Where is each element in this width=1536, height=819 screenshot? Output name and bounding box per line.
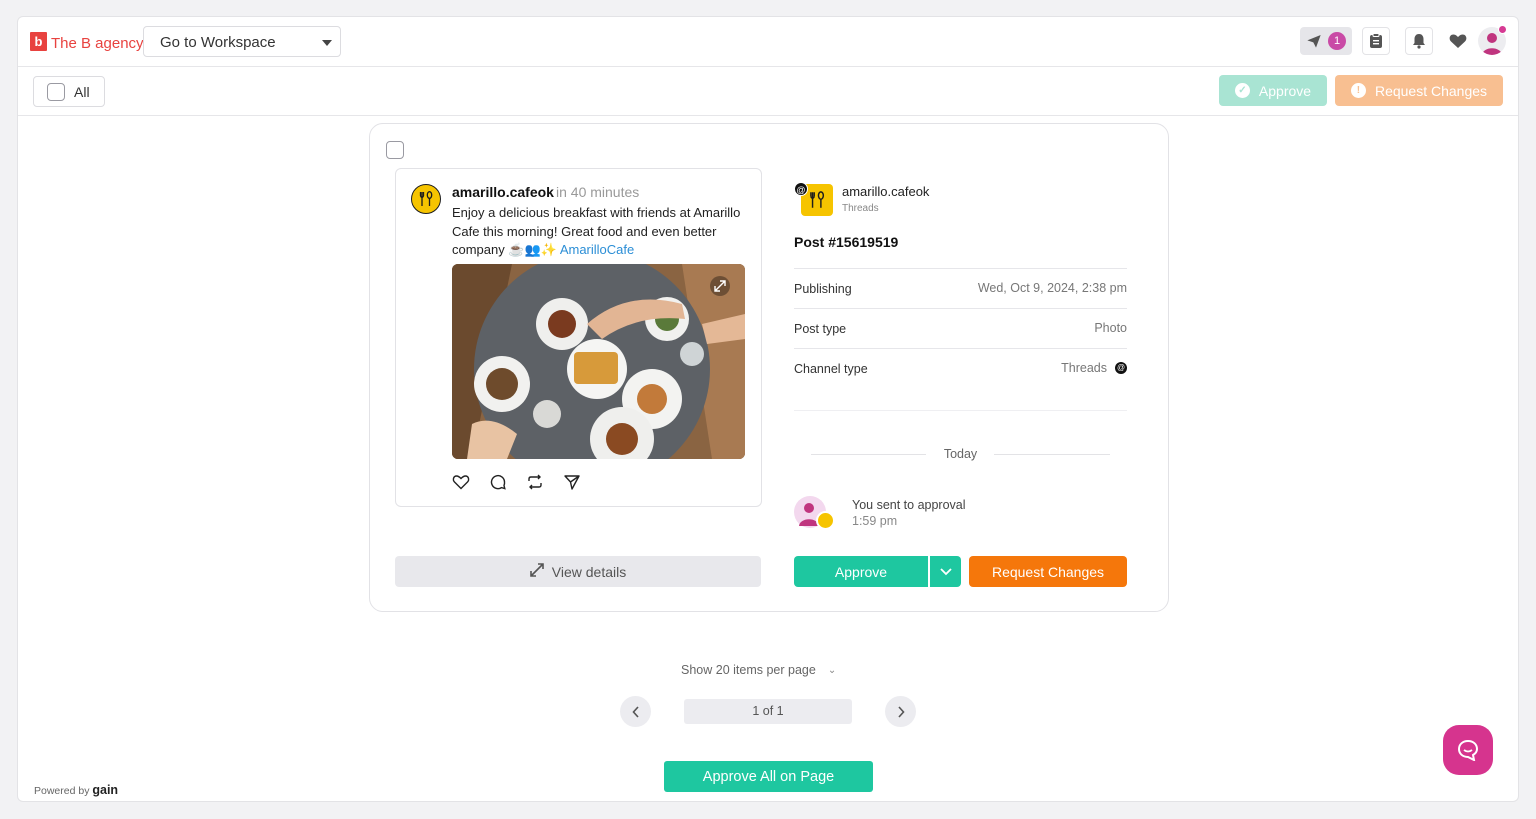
- post-select-checkbox[interactable]: [386, 141, 404, 159]
- post-text: Enjoy a delicious breakfast with friends…: [452, 204, 752, 260]
- details-platform: Threads: [842, 203, 879, 214]
- account-avatar: [411, 184, 441, 214]
- post-details-panel: @ amarillo.cafeok Threads Post #15619519…: [794, 182, 1127, 587]
- details-account-name: amarillo.cafeok: [842, 184, 930, 199]
- post-card: amarillo.cafeok in 40 minutes Enjoy a de…: [369, 123, 1169, 612]
- heart-icon: [1449, 34, 1467, 48]
- next-page-button[interactable]: [885, 696, 916, 727]
- threads-logo-icon: @: [794, 182, 808, 196]
- favorites-button[interactable]: [1444, 27, 1472, 55]
- top-bar: b The B agency Go to Workspace 1: [18, 17, 1518, 67]
- detail-row-post-type: Post type Photo: [794, 308, 1127, 348]
- clipboard-button[interactable]: [1362, 27, 1390, 55]
- share-icon[interactable]: [563, 473, 581, 491]
- day-label: Today: [943, 447, 978, 461]
- bulk-approve-label: Approve: [1258, 82, 1312, 99]
- powered-by[interactable]: Powered by gain: [34, 783, 118, 797]
- workspace-select[interactable]: Go to Workspace: [143, 26, 341, 57]
- expand-arrows-icon: [529, 563, 544, 580]
- clipboard-icon: [1370, 33, 1382, 48]
- notifications-button[interactable]: [1405, 27, 1433, 55]
- sent-approvals-button[interactable]: 1: [1300, 27, 1352, 55]
- alert-circle-icon: !: [1350, 83, 1366, 98]
- post-preview: amarillo.cafeok in 40 minutes Enjoy a de…: [395, 168, 762, 507]
- post-relative-time: in 40 minutes: [556, 184, 640, 200]
- approve-button[interactable]: Approve: [794, 556, 928, 587]
- detail-value: Photo: [1094, 321, 1127, 335]
- chat-bubble-icon: [1457, 739, 1479, 761]
- detail-key: Post type: [794, 322, 847, 336]
- items-per-page-label: Show 20 items per page: [681, 663, 816, 677]
- chevron-right-icon: [897, 705, 905, 718]
- activity-title: You sent to approval: [852, 498, 966, 512]
- post-hashtag[interactable]: AmarilloCafe: [560, 242, 634, 257]
- bulk-approve-button[interactable]: ✓ Approve: [1219, 75, 1327, 106]
- bulk-request-changes-label: Request Changes: [1374, 82, 1488, 99]
- brand-name: The B agency: [51, 35, 144, 52]
- chevron-down-icon: ⌄: [827, 664, 837, 676]
- request-changes-button[interactable]: Request Changes: [969, 556, 1127, 587]
- check-circle-icon: ✓: [1234, 83, 1250, 98]
- caret-down-icon: [322, 40, 332, 46]
- details-header: @ amarillo.cafeok Threads: [794, 182, 1127, 222]
- post-id: Post #15619519: [794, 234, 899, 250]
- paper-plane-icon: [1307, 35, 1321, 48]
- post-actions: [452, 473, 581, 491]
- select-all-checkbox[interactable]: [47, 82, 65, 101]
- heart-outline-icon[interactable]: [452, 473, 470, 491]
- brand-mark: b: [30, 32, 47, 51]
- gain-logo: gain: [92, 783, 119, 797]
- detail-value: Wed, Oct 9, 2024, 2:38 pm: [977, 281, 1127, 295]
- fork-spoon-icon: [419, 191, 433, 206]
- detail-key: Publishing: [794, 282, 852, 296]
- detail-row-publishing: Publishing Wed, Oct 9, 2024, 2:38 pm: [794, 268, 1127, 308]
- bell-icon: [1413, 34, 1425, 49]
- powered-by-label: Powered by: [34, 785, 90, 797]
- fork-spoon-icon: [810, 191, 825, 208]
- breakfast-photo: [452, 264, 745, 459]
- bulk-actions-bar: All ✓ Approve ! Request Changes: [18, 67, 1518, 116]
- sent-count-badge: 1: [1328, 32, 1346, 50]
- brand-logo[interactable]: b The B agency: [30, 31, 144, 52]
- threads-logo-icon: @: [1115, 362, 1127, 374]
- comment-icon[interactable]: [489, 473, 507, 491]
- approve-options-button[interactable]: [930, 556, 961, 587]
- detail-key: Channel type: [794, 362, 868, 376]
- repost-icon[interactable]: [526, 473, 544, 491]
- previous-page-button[interactable]: [620, 696, 651, 727]
- activity-time: 1:59 pm: [852, 514, 898, 528]
- chevron-down-icon: [939, 567, 952, 575]
- select-all-label: All: [74, 83, 90, 100]
- page-indicator[interactable]: 1 of 1: [684, 699, 852, 724]
- chevron-left-icon: [631, 705, 639, 718]
- approve-all-button[interactable]: Approve All on Page: [664, 761, 873, 792]
- app-frame: b The B agency Go to Workspace 1 All ✓ A…: [17, 16, 1519, 802]
- expand-icon: [710, 276, 730, 296]
- bulk-request-changes-button[interactable]: ! Request Changes: [1335, 75, 1503, 106]
- detail-value-wrap: Threads @: [1061, 361, 1127, 375]
- send-status-icon: [816, 511, 835, 530]
- presence-dot: [1498, 25, 1507, 34]
- divider: [794, 410, 1127, 411]
- activity-item: You sent to approval 1:59 pm: [794, 496, 1127, 536]
- select-all-button[interactable]: All: [33, 76, 105, 107]
- post-image[interactable]: [452, 264, 745, 459]
- day-divider: Today: [794, 444, 1127, 464]
- view-details-label: View details: [551, 563, 627, 580]
- view-details-button[interactable]: View details: [395, 556, 761, 587]
- items-per-page-select[interactable]: Show 20 items per page ⌄: [681, 663, 836, 677]
- workspace-select-label: Go to Workspace: [160, 34, 276, 51]
- post-account-name[interactable]: amarillo.cafeok: [452, 184, 554, 200]
- support-chat-button[interactable]: [1443, 725, 1493, 775]
- detail-row-channel-type: Channel type Threads @: [794, 348, 1127, 388]
- detail-value: Threads: [1061, 361, 1107, 375]
